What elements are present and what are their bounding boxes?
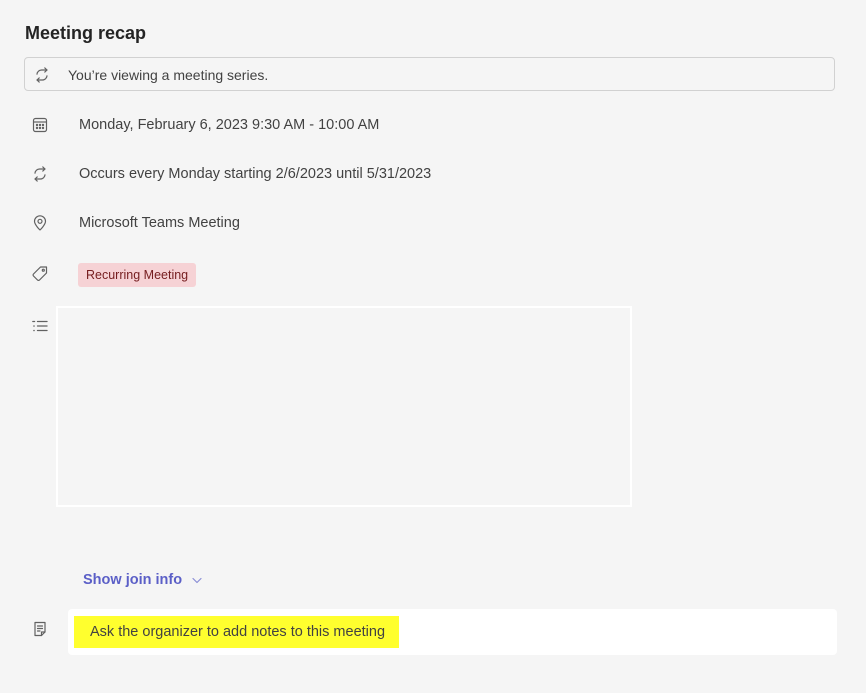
tag-icon <box>31 265 49 283</box>
calendar-icon <box>31 116 49 134</box>
series-banner: You’re viewing a meeting series. <box>24 57 835 91</box>
meeting-recurrence: Occurs every Monday starting 2/6/2023 un… <box>79 166 432 182</box>
meeting-datetime: Monday, February 6, 2023 9:30 AM - 10:00… <box>79 117 380 133</box>
meeting-notes-card: Ask the organizer to add notes to this m… <box>68 609 837 655</box>
meeting-description-area <box>56 306 632 507</box>
repeat-icon <box>31 165 49 183</box>
location-pin-icon <box>31 214 49 232</box>
notes-icon <box>31 620 49 638</box>
meeting-location: Microsoft Teams Meeting <box>79 215 240 231</box>
series-banner-text: You’re viewing a meeting series. <box>68 67 269 83</box>
chevron-down-icon <box>191 574 203 586</box>
meeting-notes-message: Ask the organizer to add notes to this m… <box>74 616 400 648</box>
category-tag: Recurring Meeting <box>78 263 197 287</box>
show-join-info-button[interactable]: Show join info <box>83 571 203 589</box>
page-title: Meeting recap <box>25 23 147 43</box>
show-join-info-label: Show join info <box>83 572 183 588</box>
series-repeat-icon <box>33 66 51 84</box>
text-bullet-list-icon <box>31 318 49 336</box>
